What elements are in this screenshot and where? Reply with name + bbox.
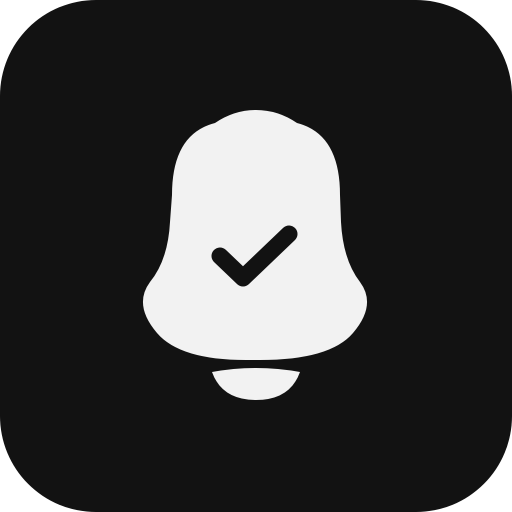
bell-check-icon bbox=[142, 110, 368, 400]
app-icon bbox=[0, 0, 512, 512]
bell-body bbox=[142, 110, 368, 360]
bell-clapper bbox=[212, 368, 300, 400]
